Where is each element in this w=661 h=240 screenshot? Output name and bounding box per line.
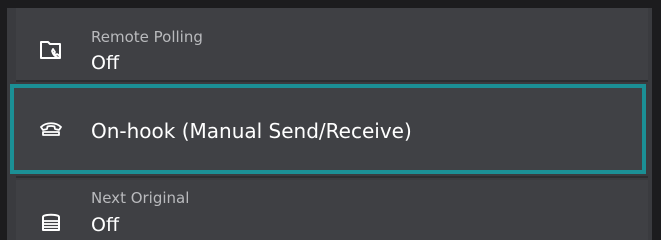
top-edge: [0, 0, 661, 8]
phone-document-icon: [38, 37, 64, 63]
right-edge: [652, 0, 661, 240]
remote-polling-item[interactable]: Remote Polling Off: [16, 8, 648, 80]
next-original-label: Next Original: [91, 189, 190, 207]
document-stack-icon: [38, 209, 64, 235]
on-hook-label: On-hook (Manual Send/Receive): [91, 119, 412, 143]
remote-polling-label: Remote Polling: [91, 28, 203, 46]
next-original-value: Off: [91, 214, 120, 236]
next-original-item[interactable]: Next Original Off: [16, 180, 648, 240]
on-hook-item[interactable]: On-hook (Manual Send/Receive): [10, 84, 646, 174]
divider: [16, 176, 648, 178]
remote-polling-value: Off: [91, 52, 120, 74]
divider: [16, 80, 648, 82]
settings-list: Remote Polling Off On-hook (Manual Send/…: [0, 0, 661, 240]
left-edge: [0, 0, 7, 240]
on-hook-phone-icon: [38, 116, 64, 142]
